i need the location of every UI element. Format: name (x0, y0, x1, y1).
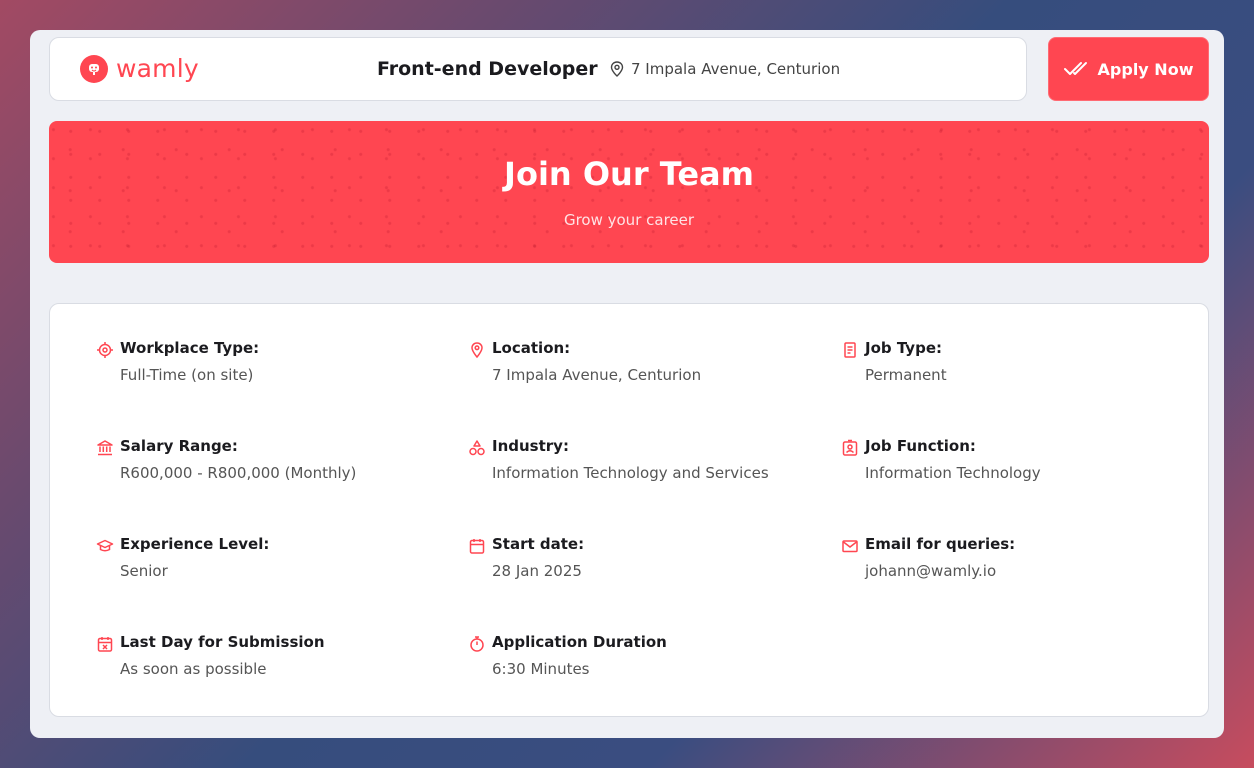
id-badge-icon (842, 439, 858, 456)
job-header-bar: wamly Front-end Developer 7 Impala Avenu… (49, 37, 1027, 101)
detail-value: As soon as possible (120, 660, 267, 678)
job-location: 7 Impala Avenue, Centurion (610, 60, 840, 78)
detail-label: Salary Range: (120, 437, 238, 455)
apply-now-label: Apply Now (1097, 59, 1194, 79)
calendar-icon (469, 539, 485, 554)
document-icon (844, 342, 856, 358)
detail-value: 28 Jan 2025 (492, 562, 582, 580)
wamly-logo-icon (80, 54, 108, 83)
map-pin-icon (610, 61, 624, 77)
detail-label: Job Type: (865, 339, 942, 357)
detail-value: Information Technology (865, 464, 1041, 482)
detail-label: Workplace Type: (120, 339, 260, 357)
job-location-text: 7 Impala Avenue, Centurion (631, 60, 841, 78)
detail-label: Experience Level: (120, 535, 270, 553)
job-details-card: Workplace Type: Full-Time (on site) Loca… (49, 303, 1209, 717)
detail-value: R600,000 - R800,000 (Monthly) (120, 464, 357, 482)
banner-subtitle: Grow your career (563, 211, 695, 229)
apply-now-button[interactable]: Apply Now (1048, 37, 1209, 101)
map-pin-icon (471, 342, 483, 359)
detail-label: Industry: (492, 437, 569, 455)
logo-text: wamly (116, 54, 199, 83)
shapes-icon (469, 440, 485, 456)
target-icon (97, 342, 113, 358)
banner-title: Join Our Team (504, 155, 754, 193)
detail-value: Senior (120, 562, 168, 580)
detail-label: Application Duration (492, 633, 667, 651)
mail-icon (842, 540, 858, 553)
detail-value: Full-Time (on site) (120, 366, 254, 384)
hero-banner: Join Our Team Grow your career (49, 121, 1209, 263)
detail-value: 6:30 Minutes (492, 660, 590, 678)
detail-label: Start date: (492, 535, 585, 553)
job-title: Front-end Developer (377, 58, 598, 80)
email-link[interactable]: johann@wamly.io (865, 562, 996, 580)
bank-icon (97, 440, 113, 456)
detail-label: Last Day for Submission (120, 633, 325, 651)
double-check-icon (1063, 62, 1087, 75)
detail-value: Information Technology and Services (492, 464, 769, 482)
detail-label: Job Function: (865, 437, 976, 455)
calendar-x-icon (97, 637, 113, 652)
detail-label: Email for queries: (865, 535, 1016, 553)
detail-label: Location: (492, 339, 571, 357)
graduation-cap-icon (96, 539, 114, 552)
wamly-logo[interactable]: wamly (80, 54, 199, 83)
detail-value: Permanent (865, 366, 947, 384)
stopwatch-icon (470, 636, 484, 652)
detail-value: 7 Impala Avenue, Centurion (492, 366, 702, 384)
app-frame: wamly Front-end Developer 7 Impala Avenu… (30, 30, 1224, 738)
